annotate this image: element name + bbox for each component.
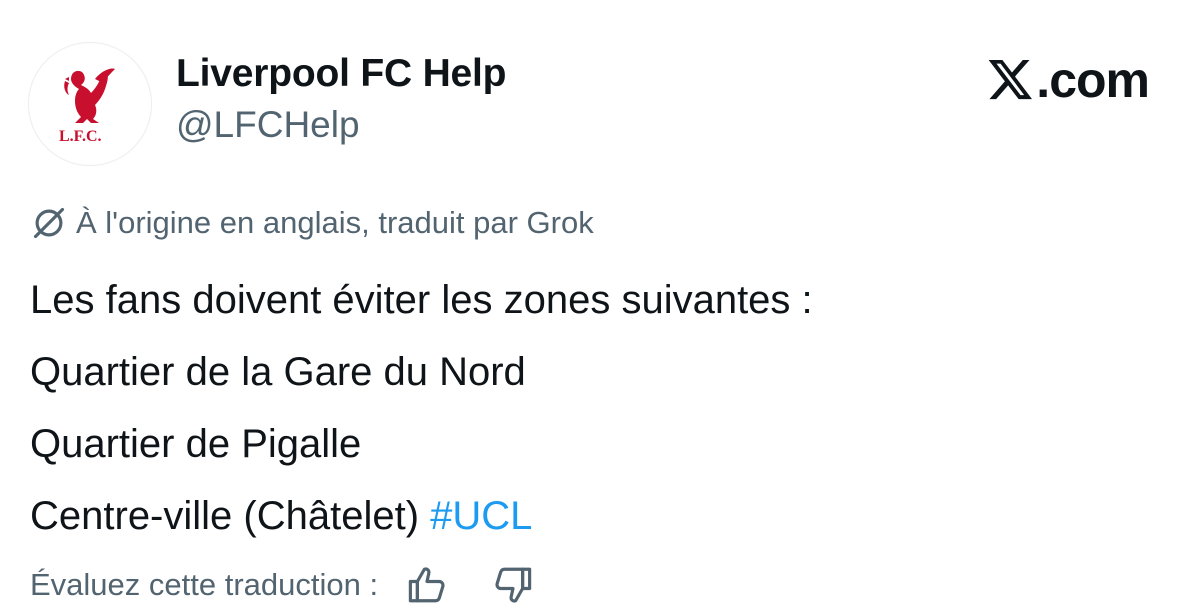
translation-note-text: À l'origine en anglais, traduit par Grok [76, 205, 594, 240]
translate-icon [33, 207, 65, 239]
rate-translation: Évaluez cette traduction : [30, 560, 536, 610]
display-name[interactable]: Liverpool FC Help [176, 52, 506, 96]
thumbs-up-icon [408, 567, 445, 603]
thumbs-down-icon [495, 567, 532, 603]
translation-note: À l'origine en anglais, traduit par Grok [30, 202, 594, 244]
tweet-line: Quartier de Pigalle [30, 422, 362, 466]
tweet-line: Quartier de la Gare du Nord [30, 350, 526, 394]
tweet-line-text: Centre-ville (Châtelet) [30, 494, 420, 538]
thumbs-down-button[interactable] [490, 562, 536, 608]
tweet-line: Les fans doivent éviter les zones suivan… [30, 278, 813, 322]
x-domain: .com [1036, 52, 1150, 108]
x-logo-icon [988, 59, 1033, 100]
rate-translation-label: Évaluez cette traduction : [30, 567, 379, 602]
avatar-text: L.F.C. [59, 128, 102, 145]
account-handle[interactable]: @LFCHelp [176, 104, 360, 146]
tweet-text: Les fans doivent éviter les zones suivan… [30, 264, 813, 552]
tweet-line-last: Centre-ville (Châtelet) #UCL [30, 480, 813, 552]
thumbs-up-button[interactable] [404, 562, 450, 608]
hashtag-link[interactable]: #UCL [430, 494, 532, 538]
x-brand: .com [988, 50, 1150, 110]
avatar[interactable]: L.F.C. [28, 42, 152, 166]
liverbird-crest-icon: L.F.C. [59, 68, 115, 145]
